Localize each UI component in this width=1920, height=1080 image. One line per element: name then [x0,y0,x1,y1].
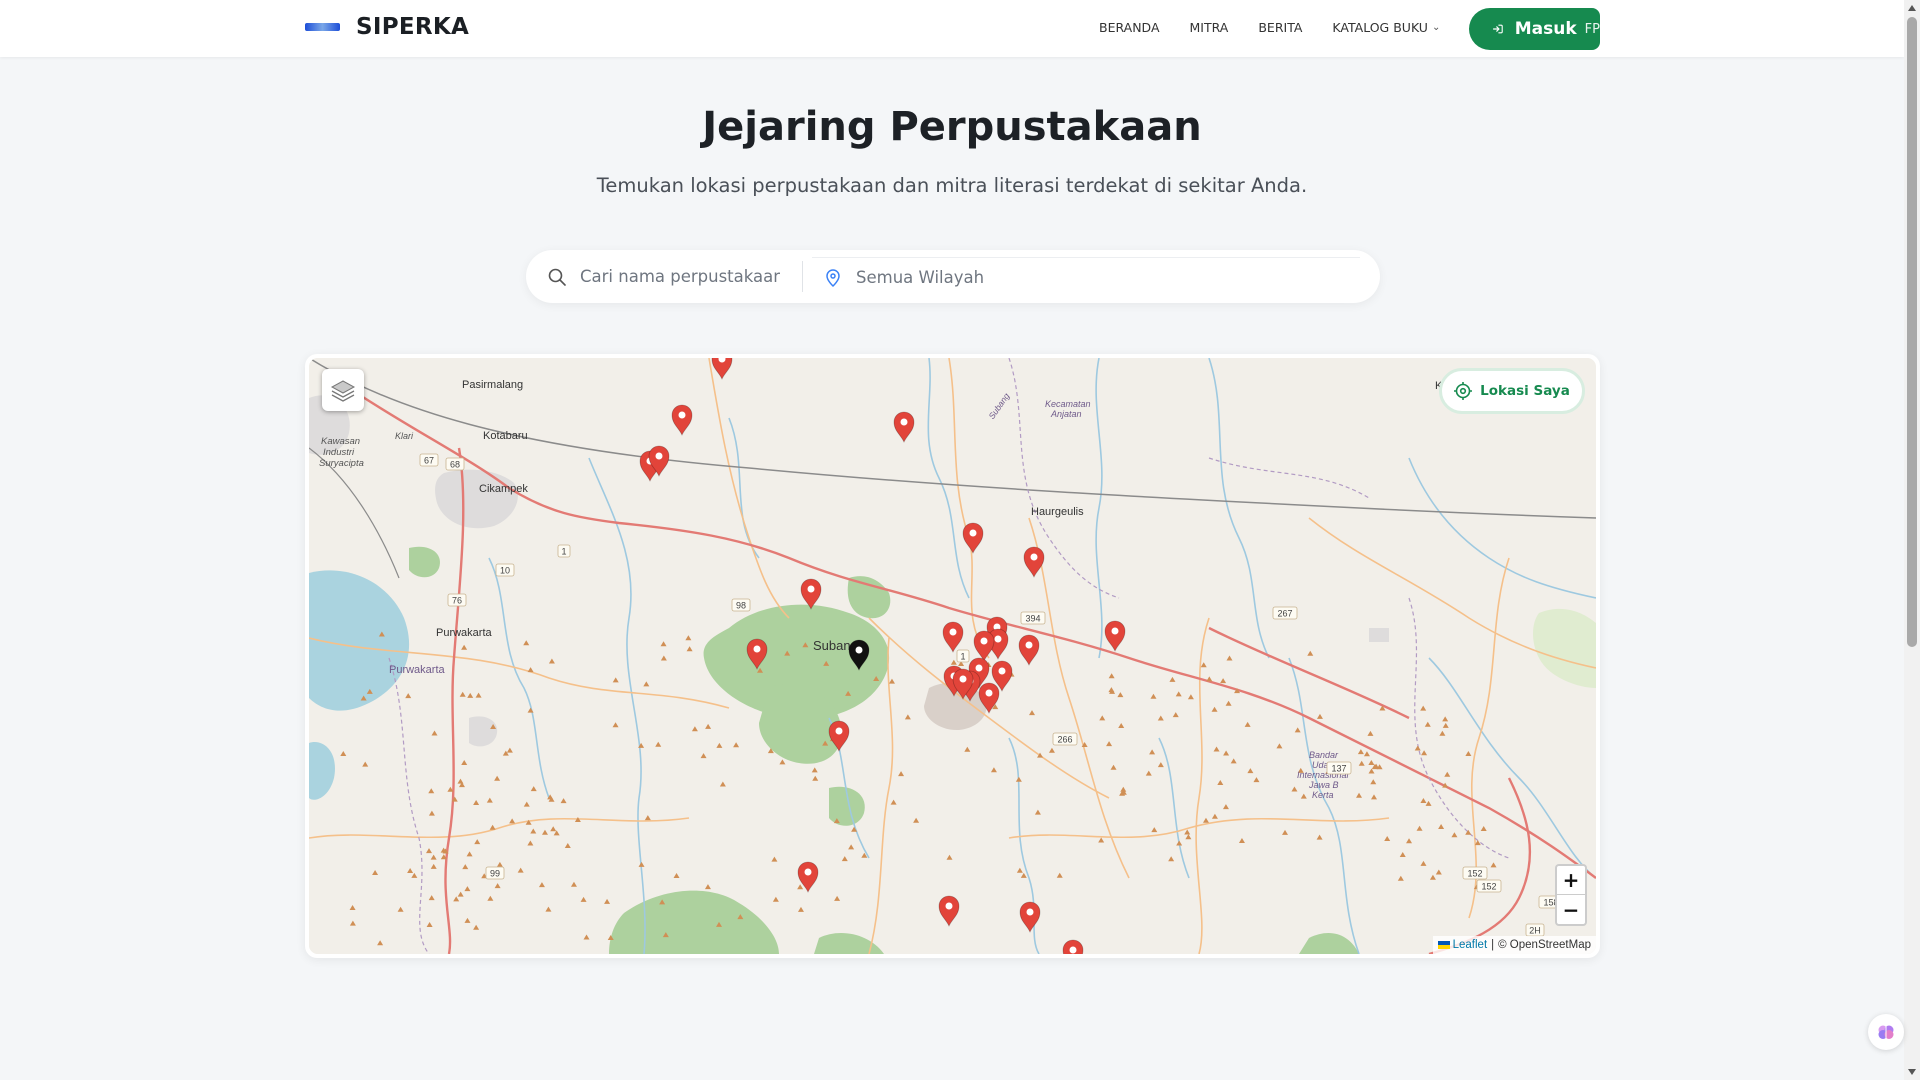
library-marker[interactable] [1104,620,1126,653]
crosshair-icon [1454,382,1473,400]
brand[interactable]: SIPERKA [305,14,469,40]
chevron-down-icon: ⌄ [1431,22,1441,33]
page-subtitle: Temukan lokasi perpustakaan dan mitra li… [596,174,1308,197]
region-input[interactable] [856,268,1336,287]
osm-attribution[interactable]: © OpenStreetMap [1498,939,1591,951]
brand-logo [305,23,340,31]
zoom-in-button[interactable]: + [1557,866,1585,895]
map-card: Pasirmalang Kotabaru Kawasan Industri Su… [305,354,1600,958]
top-navbar: SIPERKA BERANDA MITRA BERITA KATALOG BUK… [0,0,1904,57]
library-marker[interactable] [1019,901,1041,934]
attribution-separator: | [1491,939,1495,951]
nav-katalog-buku-label: KATALOG BUKU [1332,20,1428,35]
search-input[interactable] [580,267,780,286]
search-divider [802,261,803,292]
nav-beranda[interactable]: BERANDA [1099,20,1160,35]
map-pin-icon [826,268,840,287]
library-marker[interactable] [711,358,733,381]
nav-berita-label: BERITA [1258,20,1303,35]
library-marker[interactable] [671,404,693,437]
library-marker[interactable] [962,522,984,555]
nav-mitra[interactable]: MITRA [1190,20,1229,35]
search-bar [526,250,1380,303]
nav-beranda-label: BERANDA [1099,20,1160,35]
library-marker[interactable] [800,578,822,611]
login-label: Masuk [1514,19,1577,39]
my-location-label: Lokasi Saya [1480,383,1570,399]
search-name-field [548,250,788,303]
library-marker[interactable] [978,682,1000,715]
user-location-marker[interactable] [848,639,870,672]
accessibility-widget-button[interactable] [1868,1014,1904,1050]
brain-icon [1878,1025,1894,1039]
login-icon [1493,24,1503,34]
ukraine-flag-icon [1437,941,1450,949]
zoom-out-button[interactable]: − [1557,895,1585,924]
library-marker[interactable] [797,861,819,894]
layers-icon [330,380,356,402]
library-marker[interactable] [1023,546,1045,579]
leaflet-link[interactable]: Leaflet [1453,939,1488,951]
map-attribution: Leaflet | © OpenStreetMap [1432,936,1596,954]
library-marker[interactable] [973,630,995,663]
my-location-button[interactable]: Lokasi Saya [1439,368,1585,414]
library-map[interactable]: Pasirmalang Kotabaru Kawasan Industri Su… [309,358,1596,954]
library-marker[interactable] [1062,939,1084,954]
library-marker[interactable] [828,720,850,753]
brand-name: SIPERKA [356,14,470,40]
layers-button[interactable] [322,369,364,411]
nav-katalog-buku[interactable]: KATALOG BUKU ⌄ [1332,20,1440,35]
library-marker[interactable] [942,621,964,654]
library-marker[interactable] [1018,634,1040,667]
region-field [812,257,1360,297]
nav-mitra-label: MITRA [1189,20,1229,35]
zoom-control: + − [1555,864,1587,926]
main-nav: BERANDA MITRA BERITA KATALOG BUKU ⌄ [1099,20,1470,35]
library-marker[interactable] [938,895,960,928]
login-button[interactable]: Masuk FP [1469,8,1600,50]
marker-layer[interactable] [309,358,1596,954]
page-scrollbar[interactable] [1904,0,1920,1080]
scroll-down-icon[interactable] [1908,1069,1916,1075]
library-marker[interactable] [746,638,768,671]
scroll-thumb[interactable] [1907,17,1917,647]
scroll-up-icon[interactable] [1908,5,1916,11]
search-icon [548,268,566,286]
page-title: Jejaring Perpustakaan [702,104,1202,150]
nav-berita[interactable]: BERITA [1258,20,1302,35]
library-marker[interactable] [893,411,915,444]
login-extra: FP [1584,21,1600,37]
